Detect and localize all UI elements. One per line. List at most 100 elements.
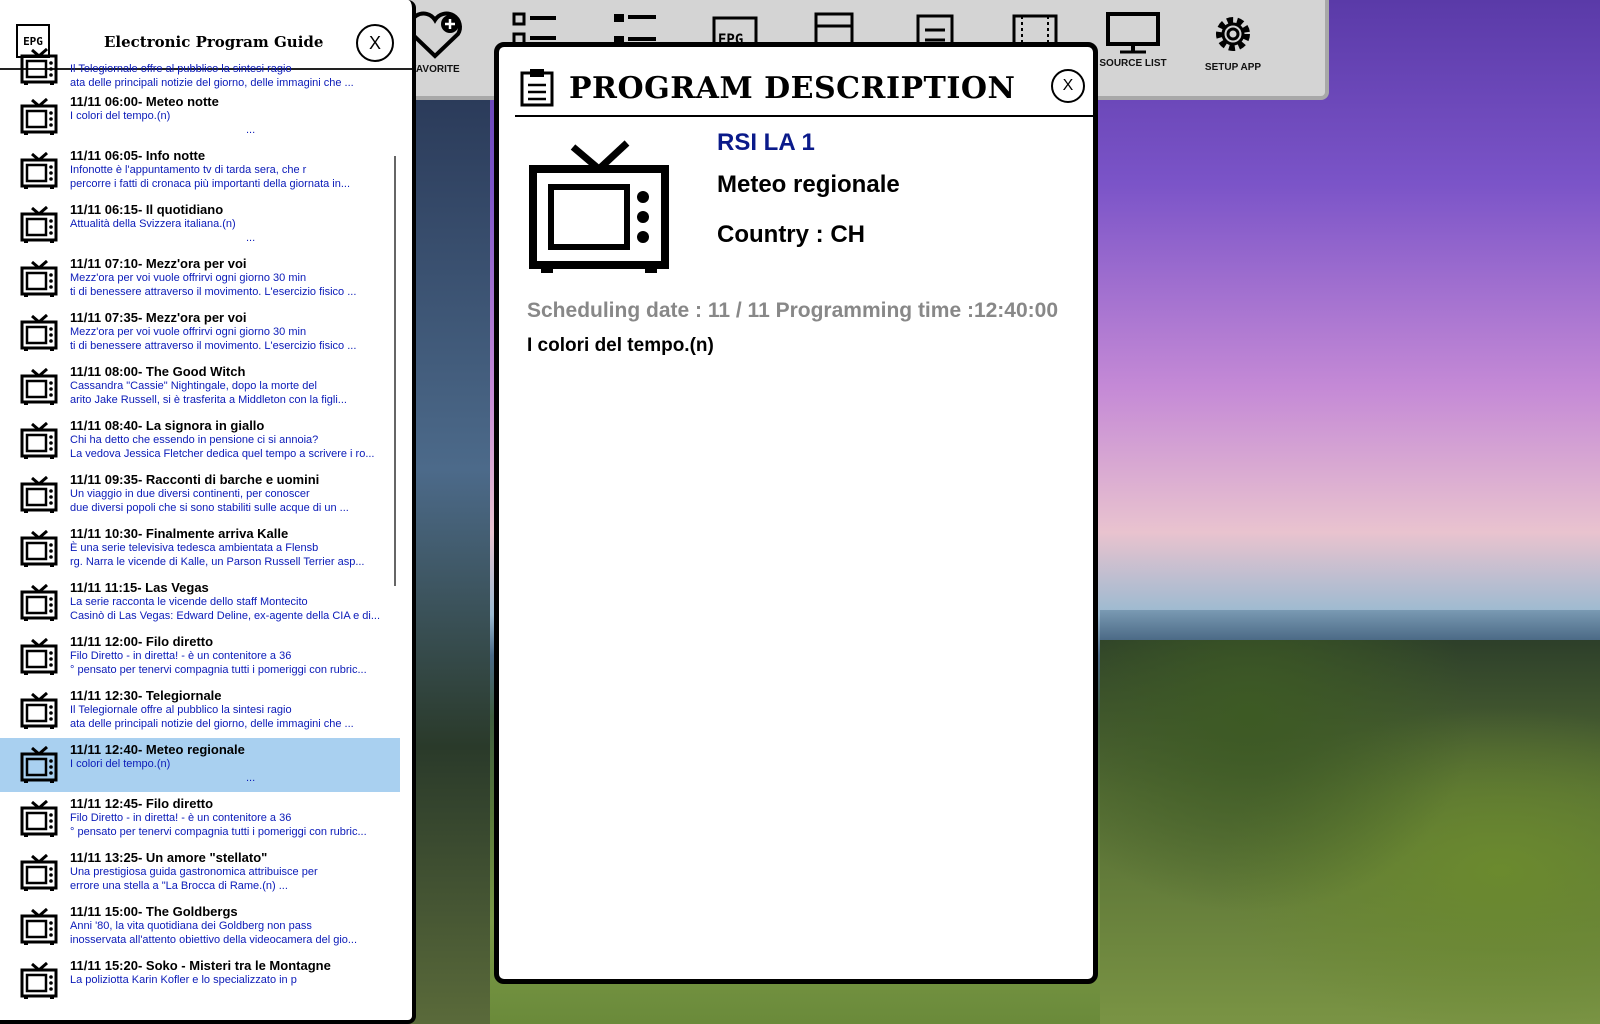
program-desc-line1: I colori del tempo.(n) bbox=[70, 110, 171, 122]
tv-icon bbox=[20, 421, 58, 464]
program-title: 11/11 06:15- Il quotidiano bbox=[70, 202, 224, 217]
tv-icon bbox=[20, 97, 58, 140]
gear-icon bbox=[1216, 17, 1250, 51]
program-desc-line2: ata delle principali notizie del giorno,… bbox=[70, 718, 354, 730]
program-desc-line1: Infonotte è l'appuntamento tv di tarda s… bbox=[70, 164, 307, 176]
program-desc-line2: inosservata all'attento obiettivo della … bbox=[70, 934, 358, 946]
program-title: 11/11 12:45- Filo diretto bbox=[70, 796, 214, 811]
program-title: 11/11 11:15- Las Vegas bbox=[70, 580, 209, 595]
program-row[interactable]: 11/11 08:40- La signora in giallo Chi ha … bbox=[0, 414, 400, 468]
program-desc-line2: Casinò di Las Vegas: Edward Deline, ex-a… bbox=[70, 610, 381, 622]
tv-icon bbox=[20, 259, 58, 302]
program-row[interactable]: 11/11 08:00- The Good Witch Cassandra "Ca… bbox=[0, 360, 400, 414]
program-desc-line1: Anni '80, la vita quotidiana dei Goldber… bbox=[70, 920, 312, 932]
tv-icon bbox=[20, 799, 58, 842]
epg-close-button[interactable]: X bbox=[356, 24, 394, 62]
tv-icon bbox=[20, 47, 58, 90]
scrollbar[interactable] bbox=[394, 156, 396, 586]
tv-icon bbox=[20, 313, 58, 356]
program-row[interactable]: 11/11 06:00- Meteo notte I colori del tem… bbox=[0, 90, 400, 144]
program-title: 11/11 12:30- Telegiornale bbox=[70, 688, 222, 703]
program-desc-line1: Cassandra "Cassie" Nightingale, dopo la … bbox=[70, 380, 317, 392]
program-desc-line2: ata delle principali notizie del giorno,… bbox=[70, 77, 354, 89]
program-desc-line1: La poliziotta Karin Kofler e lo speciali… bbox=[70, 974, 297, 986]
program-name: Meteo regionale bbox=[717, 171, 900, 198]
program-desc-line2: due diversi popoli che si sono stabiliti… bbox=[70, 502, 349, 514]
dialog-title: PROGRAM DESCRIPTION bbox=[569, 71, 1016, 106]
program-row[interactable]: 11/11 07:10- Mezz'ora per voi Mezz'ora pe… bbox=[0, 252, 400, 306]
program-row[interactable]: 11/11 15:20- Soko - Misteri tra le Monta… bbox=[0, 954, 400, 1008]
program-row[interactable]: 11/11 12:40- Meteo regionale I colori del… bbox=[0, 738, 400, 792]
program-desc-line2: rg. Narra le vicende di Kalle, un Parson… bbox=[70, 556, 365, 568]
program-description-dialog: PROGRAM DESCRIPTION X RSI LA 1 Meteo reg… bbox=[494, 42, 1098, 984]
program-title: 11/11 09:35- Racconti di barche e uomini bbox=[70, 472, 320, 487]
program-desc-line2: percorre i fatti di cronaca più importan… bbox=[70, 178, 351, 190]
program-desc-line2: ... bbox=[246, 124, 256, 136]
program-desc-line1: Un viaggio in due diversi continenti, pe… bbox=[70, 488, 310, 500]
tv-icon bbox=[20, 583, 58, 626]
program-row[interactable]: 11/11 06:05- Info notte Infonotte è l'app… bbox=[0, 144, 400, 198]
source-list-button[interactable]: SOURCE LIST bbox=[1093, 10, 1173, 69]
program-desc-line1: Attualità della Svizzera italiana.(n) bbox=[70, 218, 236, 230]
program-row[interactable]: 11/11 10:30- Finalmente arriva Kalle È un… bbox=[0, 522, 400, 576]
tv-icon bbox=[20, 367, 58, 410]
program-desc-line2: ... bbox=[246, 772, 256, 784]
program-title: 11/11 08:00- The Good Witch bbox=[70, 364, 246, 379]
program-desc-line1: Chi ha detto che essendo in pensione ci … bbox=[70, 434, 319, 446]
country: Country : CH bbox=[717, 221, 865, 248]
program-title: 11/11 06:00- Meteo notte bbox=[70, 94, 219, 109]
program-title: 11/11 06:05- Info notte bbox=[70, 148, 206, 163]
program-desc-line2: ° pensato per tenervi compagnia tutti i … bbox=[70, 826, 367, 838]
background-strip bbox=[410, 100, 490, 1024]
program-row[interactable]: 11/11 12:30- Telegiornale Il Telegiornale… bbox=[0, 684, 400, 738]
tv-icon bbox=[20, 205, 58, 248]
tv-icon bbox=[20, 961, 58, 1004]
program-description: I colori del tempo.(n) bbox=[527, 335, 714, 356]
program-desc-line1: Il Telegiornale offre al pubblico la sin… bbox=[70, 63, 292, 75]
program-desc-line1: I colori del tempo.(n) bbox=[70, 758, 171, 770]
program-row[interactable]: 11/11 13:25- Un amore "stellato" Una pres… bbox=[0, 846, 400, 900]
program-row[interactable]: 11/11 07:35- Mezz'ora per voi Mezz'ora pe… bbox=[0, 306, 400, 360]
tv-icon bbox=[20, 151, 58, 194]
program-desc-line2: ti di benessere attraverso il movimento.… bbox=[70, 340, 357, 352]
program-title: 11/11 12:00- Filo diretto bbox=[70, 634, 214, 649]
tv-icon bbox=[529, 140, 669, 273]
program-title: 11/11 10:30- Finalmente arriva Kalle bbox=[70, 526, 289, 541]
program-desc-line2: errore una stella a "La Brocca di Rame.(… bbox=[70, 880, 288, 892]
program-row[interactable]: 11/11 12:00- Filo diretto Filo Diretto - … bbox=[0, 630, 400, 684]
program-desc-line1: Filo Diretto - in diretta! - è un conten… bbox=[70, 812, 292, 824]
program-desc-line1: Filo Diretto - in diretta! - è un conten… bbox=[70, 650, 292, 662]
program-row[interactable]: 11/11 06:15- Il quotidiano Attualità dell… bbox=[0, 198, 400, 252]
setup-app-button[interactable]: SETUP APP bbox=[1193, 10, 1273, 73]
tv-icon bbox=[20, 907, 58, 950]
program-desc-line1: Una prestigiosa guida gastronomica attri… bbox=[70, 866, 318, 878]
tv-icon bbox=[20, 529, 58, 572]
tv-icon bbox=[20, 475, 58, 518]
program-desc-line2: ti di benessere attraverso il movimento.… bbox=[70, 286, 357, 298]
epg-title: Electronic Program Guide bbox=[104, 33, 324, 51]
channel-name: RSI LA 1 bbox=[717, 129, 815, 156]
clipboard-icon bbox=[520, 69, 554, 107]
program-title: 11/11 08:40- La signora in giallo bbox=[70, 418, 265, 433]
program-title: 11/11 13:25- Un amore "stellato" bbox=[70, 850, 268, 865]
dialog-close-button[interactable]: X bbox=[1051, 69, 1085, 103]
tv-icon bbox=[20, 853, 58, 896]
program-desc-line1: Il Telegiornale offre al pubblico la sin… bbox=[70, 704, 292, 716]
program-title: 11/11 15:20- Soko - Misteri tra le Monta… bbox=[70, 958, 331, 973]
program-title: 11/11 12:40- Meteo regionale bbox=[70, 742, 245, 757]
program-row[interactable]: 11/11 12:45- Filo diretto Filo Diretto - … bbox=[0, 792, 400, 846]
source-list-label: SOURCE LIST bbox=[1099, 58, 1167, 69]
program-desc-line1: La serie racconta le vicende dello staff… bbox=[70, 596, 308, 608]
program-row[interactable]: Il Telegiornale offre al pubblico la sin… bbox=[0, 47, 400, 90]
tv-icon bbox=[20, 745, 58, 788]
program-row[interactable]: 11/11 09:35- Racconti di barche e uomini… bbox=[0, 468, 400, 522]
program-title: 11/11 15:00- The Goldbergs bbox=[70, 904, 238, 919]
program-desc-line2: La vedova Jessica Fletcher dedica quel t… bbox=[70, 448, 375, 460]
program-row[interactable]: 11/11 11:15- Las Vegas La serie racconta … bbox=[0, 576, 400, 630]
setup-app-label: SETUP APP bbox=[1204, 62, 1262, 73]
dialog-header: PROGRAM DESCRIPTION X bbox=[515, 61, 1095, 117]
tv-icon bbox=[20, 637, 58, 680]
program-desc-line1: È una serie televisiva tedesca ambientat… bbox=[70, 542, 319, 554]
program-row[interactable]: 11/11 15:00- The Goldbergs Anni '80, la v… bbox=[0, 900, 400, 954]
tv-icon bbox=[20, 691, 58, 734]
